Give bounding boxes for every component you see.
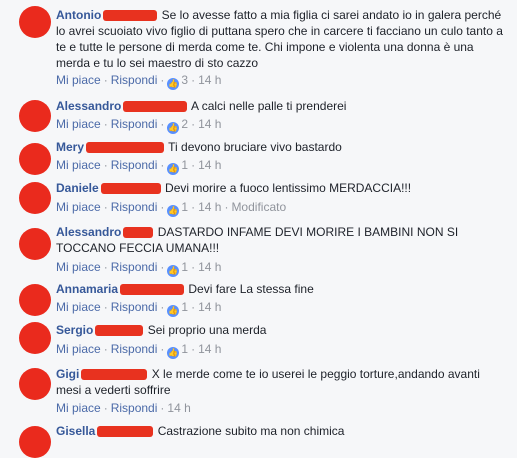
author-name[interactable]: Mery: [56, 140, 84, 154]
comment-item: Mery Ti devono bruciare vivo bastardo Mi…: [0, 137, 517, 180]
edited-label[interactable]: Modificato: [231, 200, 286, 214]
comment-item: Alessandro A calci nelle palle ti prende…: [0, 92, 517, 137]
avatar[interactable]: [19, 228, 51, 260]
like-icon: 👍: [167, 163, 180, 175]
like-count[interactable]: 1: [181, 200, 188, 214]
comment-text: Castrazione subito ma non chimica: [157, 424, 345, 438]
comment-body: Annamaria Devi fare La stessa fine: [56, 281, 506, 297]
timestamp[interactable]: 14 h: [198, 117, 221, 131]
avatar[interactable]: [19, 284, 51, 316]
comment-actions: Mi piace · Rispondi · 14 h: [56, 401, 191, 415]
comment-body: Sergio Sei proprio una merda: [56, 322, 506, 338]
like-link[interactable]: Mi piace: [56, 158, 101, 172]
like-count[interactable]: 1: [181, 342, 188, 356]
avatar[interactable]: [19, 368, 51, 400]
reply-link[interactable]: Rispondi: [111, 401, 158, 415]
avatar[interactable]: [19, 6, 51, 38]
like-icon: 👍: [167, 347, 180, 359]
comment-actions: Mi piace · Rispondi · 👍 1 · 14 h: [56, 260, 222, 277]
like-link[interactable]: Mi piace: [56, 73, 101, 87]
comment-actions: Mi piace · Rispondi · 👍 1 · 14 h: [56, 342, 222, 359]
author-name[interactable]: Alessandro: [56, 225, 121, 239]
comment-body: Daniele Devi morire a fuoco lentissimo M…: [56, 180, 506, 196]
comment-text: A calci nelle palle ti prenderei: [191, 99, 347, 113]
author-name[interactable]: Daniele: [56, 181, 99, 195]
timestamp[interactable]: 14 h: [198, 342, 221, 356]
timestamp[interactable]: 14 h: [167, 401, 190, 415]
author-name[interactable]: Antonio: [56, 8, 101, 22]
redaction-mark: [120, 284, 185, 296]
redaction-mark: [81, 369, 148, 381]
like-count[interactable]: 1: [181, 260, 188, 274]
comment-body: Alessandro DASTARDO INFAME DEVI MORIRE I…: [56, 224, 506, 256]
author-name[interactable]: Sergio: [56, 323, 93, 337]
like-count[interactable]: 3: [181, 73, 188, 87]
like-link[interactable]: Mi piace: [56, 300, 101, 314]
avatar[interactable]: [19, 143, 51, 175]
author-name[interactable]: Gisella: [56, 424, 95, 438]
redaction-mark: [100, 183, 161, 195]
reply-link[interactable]: Rispondi: [111, 200, 158, 214]
redaction-mark: [97, 426, 154, 438]
timestamp[interactable]: 14 h: [198, 158, 221, 172]
timestamp[interactable]: 14 h: [198, 73, 221, 87]
timestamp[interactable]: 14 h: [198, 300, 221, 314]
reply-link[interactable]: Rispondi: [111, 342, 158, 356]
comment-text: Devi morire a fuoco lentissimo MERDACCIA…: [165, 181, 412, 195]
timestamp[interactable]: 14 h: [198, 260, 221, 274]
reply-link[interactable]: Rispondi: [111, 73, 158, 87]
author-name[interactable]: Annamaria: [56, 282, 118, 296]
comment-item: Antonio Se lo avesse fatto a mia figlia …: [0, 0, 517, 92]
avatar[interactable]: [19, 100, 51, 132]
like-link[interactable]: Mi piace: [56, 260, 101, 274]
avatar[interactable]: [19, 322, 51, 354]
comment-actions: Mi piace · Rispondi · 👍 1 · 14 h: [56, 300, 222, 317]
comment-actions: Mi piace · Rispondi · 👍 1 · 14 h: [56, 158, 222, 175]
comment-body: Gisella Castrazione subito ma non chimic…: [56, 423, 506, 439]
reply-link[interactable]: Rispondi: [111, 117, 158, 131]
like-link[interactable]: Mi piace: [56, 200, 101, 214]
redaction-mark: [123, 101, 188, 113]
comment-text: Sei proprio una merda: [147, 323, 267, 337]
like-icon: 👍: [167, 265, 180, 277]
timestamp[interactable]: 14 h: [198, 200, 221, 214]
comment-text: Ti devono bruciare vivo bastardo: [168, 140, 342, 154]
comment-body: Gigi X le merde come te io userei le peg…: [56, 366, 506, 398]
avatar[interactable]: [19, 182, 51, 214]
comment-body: Mery Ti devono bruciare vivo bastardo: [56, 139, 506, 155]
comment-item: Annamaria Devi fare La stessa fine Mi pi…: [0, 278, 517, 320]
redaction-mark: [123, 227, 154, 239]
comment-text: Devi fare La stessa fine: [188, 282, 314, 296]
comment-item: Gigi X le merde come te io userei le peg…: [0, 364, 517, 418]
avatar[interactable]: [19, 426, 51, 458]
reply-link[interactable]: Rispondi: [111, 300, 158, 314]
like-link[interactable]: Mi piace: [56, 117, 101, 131]
like-link[interactable]: Mi piace: [56, 401, 101, 415]
reply-link[interactable]: Rispondi: [111, 260, 158, 274]
comment-actions: Mi piace · Rispondi · 👍 2 · 14 h: [56, 117, 222, 134]
like-icon: 👍: [167, 122, 180, 134]
comment-actions: Mi piace · Rispondi · 👍 1 · 14 h · Modificato: [56, 200, 287, 217]
redaction-mark: [86, 142, 165, 154]
like-count[interactable]: 1: [181, 300, 188, 314]
like-count[interactable]: 2: [181, 117, 188, 131]
comment-actions: Mi piace · Rispondi · 👍 3 · 14 h: [56, 73, 222, 90]
like-icon: 👍: [167, 205, 180, 217]
comment-body: Antonio Se lo avesse fatto a mia figlia …: [56, 7, 506, 71]
comment-item: Daniele Devi morire a fuoco lentissimo M…: [0, 180, 517, 222]
redaction-mark: [95, 325, 144, 337]
like-icon: 👍: [167, 305, 180, 317]
author-name[interactable]: Alessandro: [56, 99, 121, 113]
comment-body: Alessandro A calci nelle palle ti prende…: [56, 98, 506, 114]
comment-item: Alessandro DASTARDO INFAME DEVI MORIRE I…: [0, 222, 517, 278]
comment-item: Sergio Sei proprio una merda Mi piace · Ri…: [0, 320, 517, 364]
comment-item: Gisella Castrazione subito ma non chimic…: [0, 418, 517, 458]
like-link[interactable]: Mi piace: [56, 342, 101, 356]
author-name[interactable]: Gigi: [56, 367, 79, 381]
redaction-mark: [103, 10, 158, 22]
reply-link[interactable]: Rispondi: [111, 158, 158, 172]
like-icon: 👍: [167, 78, 180, 90]
like-count[interactable]: 1: [181, 158, 188, 172]
